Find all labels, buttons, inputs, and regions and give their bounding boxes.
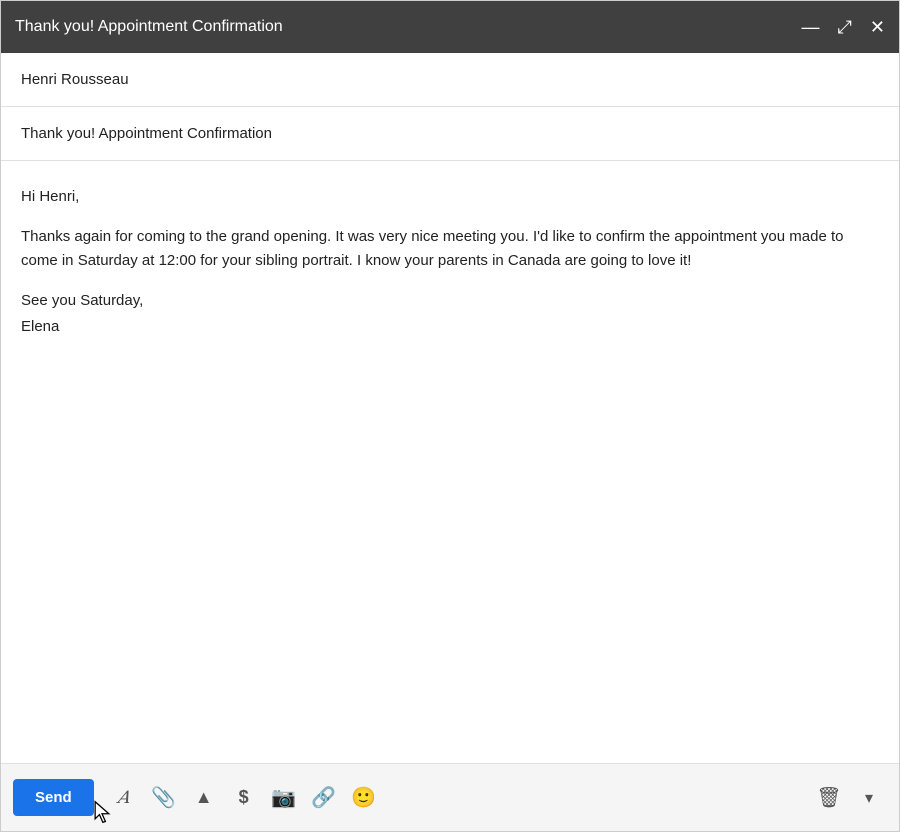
- dollar-icon: $: [239, 787, 249, 808]
- insert-emoji-button[interactable]: 🙂: [346, 780, 382, 816]
- window-controls: — ⤢ ✕: [802, 18, 886, 36]
- google-drive-button[interactable]: ▲: [186, 780, 222, 816]
- to-field[interactable]: Henri Rousseau: [1, 53, 899, 107]
- camera-icon: 📷: [271, 785, 296, 810]
- email-paragraph: Thanks again for coming to the grand ope…: [21, 225, 879, 273]
- close-button[interactable]: ✕: [870, 18, 885, 36]
- insert-photo-button[interactable]: 📷: [266, 780, 302, 816]
- chevron-down-icon: ▾: [865, 788, 873, 808]
- email-signature: Elena: [21, 315, 879, 339]
- drive-icon: ▲: [195, 787, 213, 808]
- minimize-button[interactable]: —: [802, 18, 820, 36]
- subject-value: Thank you! Appointment Confirmation: [21, 125, 272, 142]
- maximize-button[interactable]: ⤢: [838, 18, 852, 36]
- more-options-button[interactable]: ▾: [851, 780, 887, 816]
- link-icon: 🔗: [311, 785, 336, 810]
- font-icon: 𝐴: [118, 788, 130, 808]
- window-title: Thank you! Appointment Confirmation: [15, 18, 283, 36]
- to-value: Henri Rousseau: [21, 71, 129, 88]
- email-compose-window: Thank you! Appointment Confirmation — ⤢ …: [0, 0, 900, 832]
- delete-button[interactable]: 🗑: [811, 780, 847, 816]
- emoji-icon: 🙂: [351, 785, 376, 810]
- trash-icon: 🗑: [816, 785, 841, 810]
- font-format-button[interactable]: 𝐴: [106, 780, 142, 816]
- attach-file-button[interactable]: 📎: [146, 780, 182, 816]
- send-button[interactable]: Send: [13, 779, 94, 816]
- insert-money-button[interactable]: $: [226, 780, 262, 816]
- email-body[interactable]: Hi Henri, Thanks again for coming to the…: [1, 161, 899, 763]
- paperclip-icon: 📎: [151, 785, 176, 810]
- email-greeting: Hi Henri,: [21, 185, 879, 209]
- send-button-wrapper: Send: [13, 779, 102, 816]
- compose-toolbar: Send 𝐴 📎 ▲ $ 📷 🔗 🙂 🗑: [1, 763, 899, 831]
- insert-link-button[interactable]: 🔗: [306, 780, 342, 816]
- title-bar: Thank you! Appointment Confirmation — ⤢ …: [1, 1, 899, 53]
- email-closing: See you Saturday,: [21, 289, 879, 313]
- subject-field[interactable]: Thank you! Appointment Confirmation: [1, 107, 899, 161]
